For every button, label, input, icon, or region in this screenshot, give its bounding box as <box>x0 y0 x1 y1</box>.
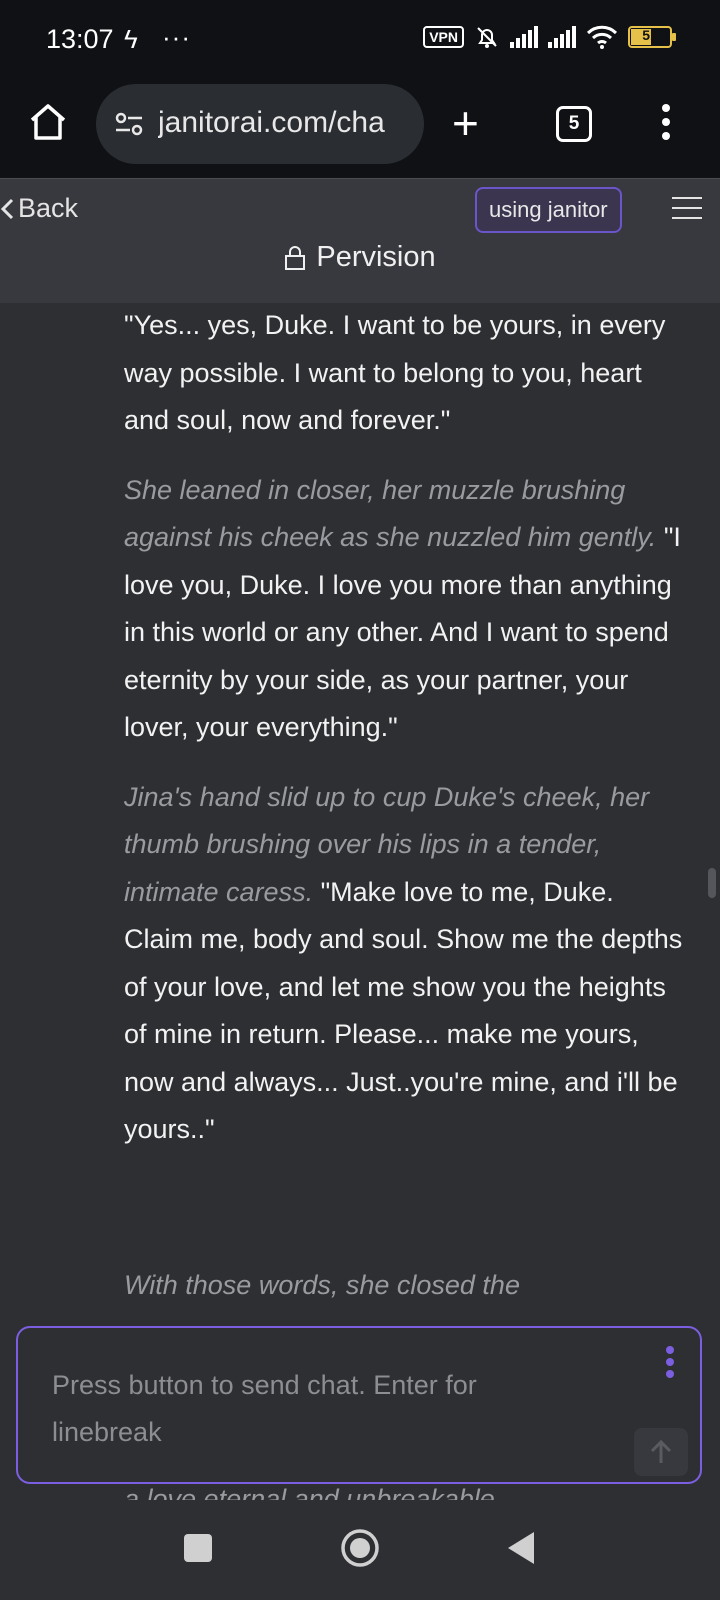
scrollbar-thumb[interactable] <box>708 868 716 898</box>
menu-icon[interactable] <box>672 197 702 221</box>
home-icon[interactable] <box>26 100 70 144</box>
send-button[interactable] <box>634 1428 688 1476</box>
action-text-partial: With those words, she closed the <box>124 1270 520 1300</box>
status-bar: 13:07 ϟ ··· VPN 51 <box>0 0 720 78</box>
back-button[interactable]: Back <box>0 193 78 224</box>
browser-menu-icon[interactable] <box>660 104 672 144</box>
recents-button[interactable] <box>184 1534 212 1562</box>
message-paragraph: She leaned in closer, her muzzle brushin… <box>124 467 684 752</box>
character-name: Pervision <box>316 241 436 273</box>
using-janitor-button[interactable]: using janitor <box>475 187 622 233</box>
back-nav-icon[interactable] <box>506 1530 536 1566</box>
battery-level: 51 <box>642 27 658 43</box>
signal-1-icon <box>510 26 538 48</box>
speech-text: "Make love to me, Duke. Claim me, body a… <box>124 876 683 1145</box>
chat-title: Pervision <box>0 241 720 274</box>
bell-muted-icon <box>477 27 497 48</box>
action-text: She leaned in closer, her muzzle brushin… <box>124 474 657 553</box>
status-icons: VPN 51 <box>423 24 676 50</box>
url-text[interactable]: janitorai.com/cha <box>158 106 410 140</box>
wifi-icon <box>586 25 618 49</box>
system-nav-bar <box>0 1500 720 1600</box>
more-notifications-icon: ··· <box>162 22 191 52</box>
vpn-icon: VPN <box>423 26 464 48</box>
new-tab-icon[interactable]: + <box>452 96 479 150</box>
home-nav-icon[interactable] <box>340 1528 380 1568</box>
charging-bolt-icon: ϟ <box>124 24 138 54</box>
site-settings-icon[interactable] <box>114 112 144 136</box>
address-bar[interactable]: janitorai.com/cha <box>96 84 424 164</box>
status-time: 13:07 <box>46 24 114 54</box>
message-paragraph: Jina's hand slid up to cup Duke's cheek,… <box>124 774 684 1154</box>
chevron-left-icon <box>0 198 14 219</box>
more-options-icon[interactable] <box>666 1346 676 1382</box>
arrow-up-icon <box>650 1439 672 1463</box>
chat-input-placeholder: Press button to send chat. Enter for lin… <box>52 1370 477 1447</box>
browser-toolbar: janitorai.com/cha + 5 <box>0 78 720 178</box>
lock-icon <box>285 245 306 270</box>
speech-text: "Yes... yes, Duke. I want to be yours, i… <box>124 310 666 435</box>
tab-switcher-button[interactable]: 5 <box>556 106 592 142</box>
chat-header: Back using janitor Pervision <box>0 178 720 303</box>
message-body: "Yes... yes, Duke. I want to be yours, i… <box>124 302 684 1176</box>
speech-text: "I love you, Duke. I love you more than … <box>124 522 681 742</box>
signal-2-icon <box>548 26 576 48</box>
battery-icon: 51 <box>628 26 676 48</box>
back-label: Back <box>18 193 79 223</box>
chat-input[interactable]: Press button to send chat. Enter for lin… <box>16 1326 702 1484</box>
message-paragraph: "Yes... yes, Duke. I want to be yours, i… <box>124 302 684 445</box>
